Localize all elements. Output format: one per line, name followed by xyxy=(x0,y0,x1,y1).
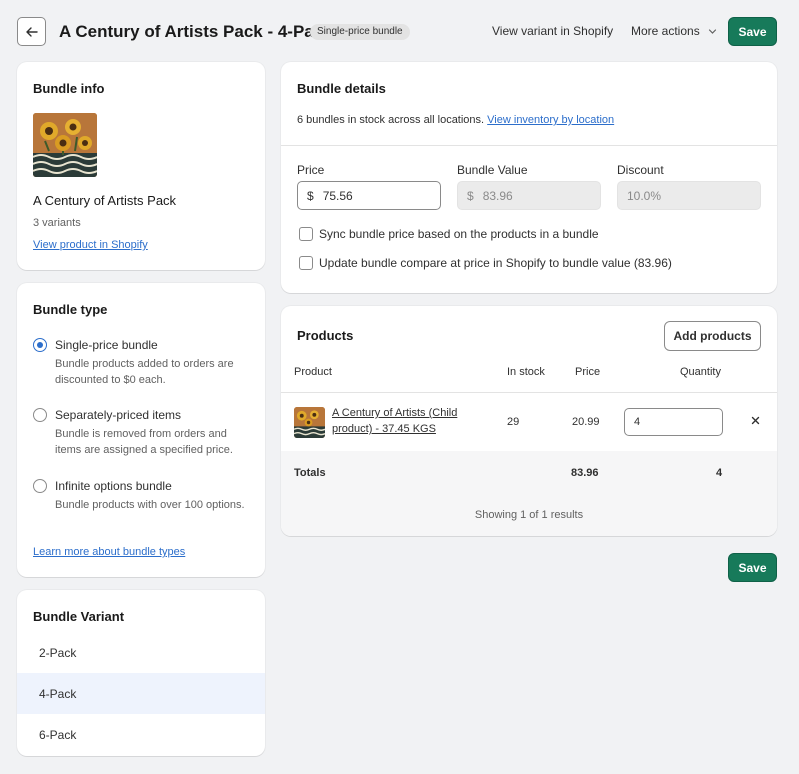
totals-price: 83.96 xyxy=(571,467,599,479)
currency-prefix: $ xyxy=(307,188,314,203)
option-description: Bundle is removed from orders and items … xyxy=(55,428,233,456)
divider xyxy=(281,392,777,393)
discount-input: 10.0% xyxy=(617,181,761,210)
product-thumbnail xyxy=(294,407,325,438)
update-compare-price-label: Update bundle compare at price in Shopif… xyxy=(319,256,672,270)
arrow-left-icon xyxy=(25,26,38,37)
totals-label: Totals xyxy=(294,467,326,479)
option-label: Infinite options bundle xyxy=(55,479,172,493)
bundle-product-name: A Century of Artists Pack xyxy=(33,193,177,208)
bundle-type-title: Bundle type xyxy=(33,302,108,317)
price-input[interactable]: $ 75.56 xyxy=(297,181,441,210)
status-badge: Single-price bundle xyxy=(310,24,410,40)
column-header-price: Price xyxy=(575,366,601,378)
sunflower-image xyxy=(294,407,325,438)
variant-item-2-pack[interactable]: 2-Pack xyxy=(17,632,265,673)
price-value: 20.99 xyxy=(572,416,600,428)
radio-single-price[interactable] xyxy=(33,338,47,352)
bundle-value-input: $ 83.96 xyxy=(457,181,601,210)
more-actions-label: More actions xyxy=(631,24,700,38)
column-header-product: Product xyxy=(294,366,332,378)
bundle-details-card: Bundle details 6 bundles in stock across… xyxy=(281,62,777,293)
products-title: Products xyxy=(297,328,354,343)
bundle-info-title: Bundle info xyxy=(33,81,105,96)
save-button[interactable]: Save xyxy=(728,17,777,46)
bundle-details-title: Bundle details xyxy=(297,81,386,96)
quantity-input[interactable]: 4 xyxy=(624,408,723,436)
product-name-line1[interactable]: A Century of Artists (Child xyxy=(332,407,457,419)
back-button[interactable] xyxy=(17,17,46,46)
column-header-in-stock: In stock xyxy=(507,366,545,378)
variant-item-6-pack[interactable]: 6-Pack xyxy=(17,714,265,755)
price-value: 75.56 xyxy=(322,188,353,203)
bundle-variant-card: Bundle Variant 2-Pack 4-Pack 6-Pack xyxy=(17,590,265,756)
quantity-value: 4 xyxy=(634,416,641,428)
update-compare-price-checkbox[interactable] xyxy=(299,256,313,270)
product-image xyxy=(33,113,97,177)
discount-value: 10.0% xyxy=(627,188,662,203)
view-variant-link[interactable]: View variant in Shopify xyxy=(492,24,613,38)
stock-text: 6 bundles in stock across all locations. xyxy=(297,114,485,126)
sunflower-image xyxy=(33,113,97,177)
close-icon[interactable] xyxy=(751,416,760,425)
radio-infinite-options[interactable] xyxy=(33,479,47,493)
view-inventory-link[interactable]: View inventory by location xyxy=(487,114,614,126)
radio-separately-priced[interactable] xyxy=(33,408,47,422)
totals-row xyxy=(281,451,777,494)
bundle-type-card: Bundle type Single-price bundle Bundle p… xyxy=(17,283,265,577)
variants-count: 3 variants xyxy=(33,217,81,229)
currency-prefix: $ xyxy=(467,188,474,203)
variant-item-4-pack[interactable]: 4-Pack xyxy=(17,673,265,714)
bundle-value-label: Bundle Value xyxy=(457,163,528,177)
learn-more-link[interactable]: Learn more about bundle types xyxy=(33,546,185,558)
products-card: Products Add products Product In stock P… xyxy=(281,306,777,536)
more-actions-button[interactable]: More actions xyxy=(631,24,717,38)
column-header-quantity: Quantity xyxy=(680,366,721,378)
bundle-value: 83.96 xyxy=(482,188,513,203)
totals-quantity: 4 xyxy=(716,467,723,479)
view-product-link[interactable]: View product in Shopify xyxy=(33,239,148,251)
price-label: Price xyxy=(297,163,325,177)
results-count: Showing 1 of 1 results xyxy=(474,509,584,521)
bundle-info-card: Bundle info A Century of Artists Pack 3 … xyxy=(17,62,265,270)
option-description: Bundle products with over 100 options. xyxy=(55,499,245,511)
save-button-bottom[interactable]: Save xyxy=(728,553,777,582)
add-products-button[interactable]: Add products xyxy=(664,321,761,351)
bundle-variant-title: Bundle Variant xyxy=(33,609,125,624)
discount-label: Discount xyxy=(617,163,664,177)
product-name-line2[interactable]: product) - 37.45 KGS xyxy=(332,423,436,435)
sync-price-label: Sync bundle price based on the products … xyxy=(319,227,599,241)
option-label: Single-price bundle xyxy=(55,338,158,352)
option-label: Separately-priced items xyxy=(55,408,182,422)
in-stock-value: 29 xyxy=(507,416,520,428)
divider xyxy=(281,145,777,146)
sync-price-checkbox[interactable] xyxy=(299,227,313,241)
page-title: A Century of Artists Pack - 4-Pack xyxy=(59,22,333,41)
stock-summary: 6 bundles in stock across all locations.… xyxy=(297,114,614,126)
option-description: Bundle products added to orders are disc… xyxy=(55,358,234,386)
chevron-down-icon xyxy=(708,28,716,34)
